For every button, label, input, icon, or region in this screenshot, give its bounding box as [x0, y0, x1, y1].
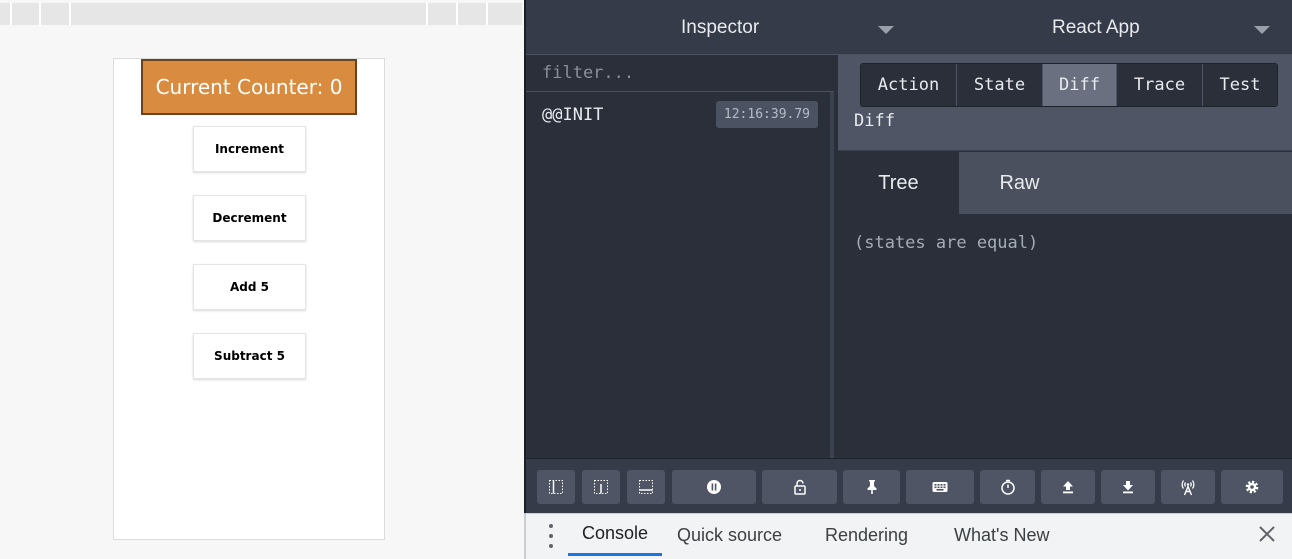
slider-button[interactable] — [980, 470, 1035, 504]
tab-tree[interactable]: Tree — [838, 152, 959, 214]
decrement-button[interactable]: Decrement — [193, 195, 306, 241]
devtools-toolbar — [526, 458, 1292, 513]
tab-whats-new[interactable]: What's New — [954, 514, 1049, 556]
remote-button[interactable] — [1161, 470, 1215, 504]
instance-select[interactable]: React App — [1052, 0, 1140, 55]
broadcast-icon — [1181, 480, 1195, 496]
preview-tab-strip: Action State Diff Trace Test Diff — [838, 55, 1292, 151]
dock-left-icon — [549, 480, 563, 494]
action-preview-pane: Action State Diff Trace Test Diff Tree R… — [838, 55, 1292, 458]
timer-icon — [1000, 479, 1015, 495]
lock-changes-button[interactable] — [762, 470, 837, 504]
tab-action[interactable]: Action — [861, 64, 957, 106]
pin-icon — [867, 480, 876, 494]
subtract-5-button[interactable]: Subtract 5 — [193, 333, 306, 379]
preview-tab-group: Action State Diff Trace Test — [860, 63, 1278, 107]
close-icon[interactable] — [1256, 523, 1278, 545]
devtools-header: Inspector React App — [526, 0, 1292, 55]
settings-button[interactable] — [1221, 470, 1283, 504]
ruler-tick — [10, 3, 12, 25]
tab-raw[interactable]: Raw — [959, 152, 1080, 214]
ruler-tick — [426, 3, 428, 25]
ruler-tick — [456, 3, 458, 25]
dock-left-button[interactable] — [537, 470, 575, 504]
download-icon — [1123, 481, 1133, 494]
monitor-select-label: Inspector — [681, 16, 760, 38]
action-timestamp: 12:16:39.79 — [715, 101, 818, 128]
tab-console[interactable]: Console — [568, 514, 663, 556]
tab-rendering[interactable]: Rendering — [825, 514, 908, 556]
diff-view-tabs: Tree Raw — [838, 152, 1292, 214]
lock-icon — [793, 479, 806, 495]
counter-display: Current Counter: 0 — [141, 59, 357, 115]
redux-devtools-panel: Inspector React App @@INIT 12:16:39.79 A… — [524, 0, 1292, 513]
active-tab-title: Diff — [854, 111, 895, 131]
gear-icon — [1245, 480, 1259, 494]
counter-label: Current Counter: 0 — [155, 75, 343, 99]
more-options-icon[interactable] — [548, 524, 554, 548]
chevron-down-icon[interactable] — [878, 26, 894, 34]
monitor-select[interactable]: Inspector — [681, 0, 759, 55]
instance-select-label: React App — [1052, 16, 1140, 38]
ruler-tick — [39, 3, 41, 25]
device-viewport: Current Counter: 0 Increment Decrement A… — [113, 58, 385, 540]
dock-right-icon — [639, 480, 653, 494]
upload-icon — [1063, 481, 1073, 494]
action-list-pane: @@INIT 12:16:39.79 — [526, 55, 834, 458]
responsive-ruler[interactable] — [0, 3, 522, 25]
import-button[interactable] — [1041, 470, 1095, 504]
persist-button[interactable] — [843, 470, 900, 504]
tab-trace[interactable]: Trace — [1117, 64, 1203, 106]
tab-test[interactable]: Test — [1203, 64, 1277, 106]
app-preview: Current Counter: 0 Increment Decrement A… — [0, 0, 524, 559]
increment-button[interactable]: Increment — [193, 126, 306, 172]
action-list-item[interactable]: @@INIT 12:16:39.79 — [526, 93, 834, 137]
action-filter-input[interactable] — [526, 55, 834, 92]
pause-icon — [707, 480, 721, 494]
dock-right-button[interactable] — [627, 470, 665, 504]
pause-recording-button[interactable] — [672, 470, 756, 504]
ruler-tick — [69, 3, 71, 25]
tab-state[interactable]: State — [957, 64, 1043, 106]
dispatcher-button[interactable] — [906, 470, 974, 504]
chevron-down-icon[interactable] — [1254, 26, 1270, 34]
devtools-drawer: Console Quick source Rendering What's Ne… — [524, 513, 1292, 559]
tab-diff[interactable]: Diff — [1043, 64, 1117, 106]
export-button[interactable] — [1101, 470, 1155, 504]
add-5-button[interactable]: Add 5 — [193, 264, 306, 310]
dock-bottom-button[interactable] — [582, 470, 620, 504]
ruler-tick — [486, 3, 488, 25]
action-name: @@INIT — [542, 105, 604, 125]
tab-quick-source[interactable]: Quick source — [677, 514, 782, 556]
dock-bottom-icon — [594, 480, 608, 494]
diff-message: (states are equal) — [854, 233, 1039, 253]
keyboard-icon — [932, 482, 948, 492]
